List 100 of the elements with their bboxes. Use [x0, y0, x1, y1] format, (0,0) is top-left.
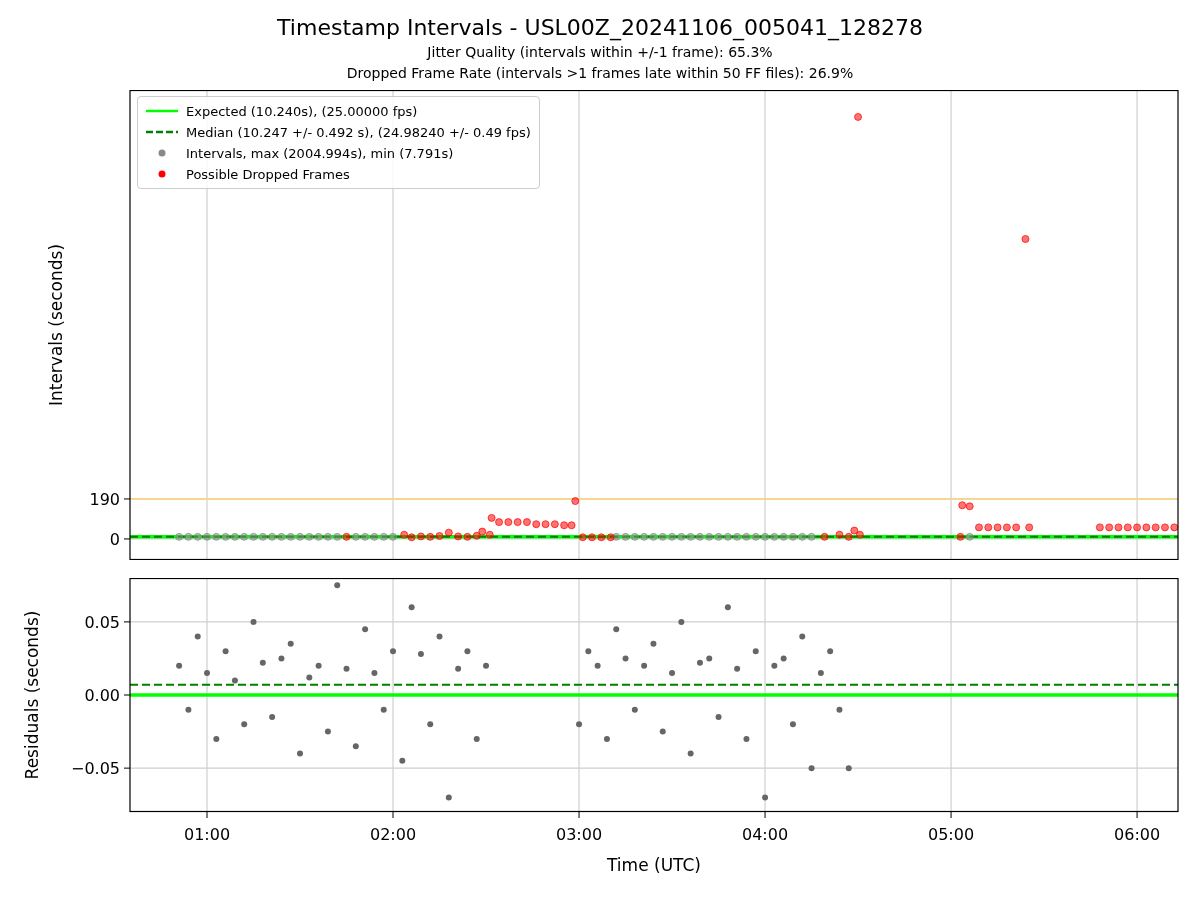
data-point: [723, 532, 732, 541]
data-point: [854, 112, 863, 121]
data-point: [351, 532, 360, 541]
data-point: [1012, 523, 1021, 532]
data-point: [399, 757, 406, 764]
data-point: [222, 648, 229, 655]
tick-label: 0.05: [84, 612, 120, 632]
data-point: [696, 659, 703, 666]
tick-label: 06:00: [1114, 825, 1161, 844]
data-point: [258, 532, 267, 541]
data-point: [668, 532, 677, 541]
tick-label: 190: [89, 489, 120, 509]
data-point: [204, 670, 210, 677]
data-point: [455, 665, 462, 672]
tick-label: 0: [109, 529, 120, 549]
data-point: [594, 662, 601, 669]
data-point: [630, 532, 639, 541]
data-point: [184, 532, 193, 541]
data-point: [343, 665, 350, 672]
data-point: [965, 502, 974, 511]
data-point: [1142, 523, 1151, 532]
data-point: [268, 532, 277, 541]
data-point: [444, 528, 453, 537]
chart-title: Timestamp Intervals - USL00Z_20241106_005041_128278: [277, 14, 923, 42]
data-point: [1025, 523, 1034, 532]
data-point: [836, 706, 843, 713]
data-point: [1151, 523, 1160, 532]
data-point: [724, 604, 731, 611]
data-point: [808, 765, 815, 772]
data-point: [956, 532, 965, 541]
data-point: [742, 532, 751, 541]
data-point: [622, 655, 629, 662]
tick-label: 03:00: [556, 825, 603, 844]
data-point: [463, 532, 472, 541]
data-point: [715, 713, 722, 720]
data-point: [807, 532, 816, 541]
data-point: [408, 604, 415, 611]
data-point: [371, 670, 378, 677]
data-point: [799, 633, 806, 640]
data-point: [278, 655, 285, 662]
data-point: [678, 618, 685, 625]
data-point: [677, 532, 686, 541]
data-point: [686, 532, 695, 541]
data-point: [820, 532, 829, 541]
data-point: [417, 651, 424, 658]
data-point: [780, 655, 787, 662]
data-point: [513, 518, 522, 527]
data-point: [370, 532, 379, 541]
data-point: [323, 532, 332, 541]
data-point: [965, 532, 974, 541]
data-point: [845, 765, 852, 772]
data-point: [752, 648, 759, 655]
data-point: [286, 532, 295, 541]
data-point: [445, 794, 452, 801]
data-point: [250, 618, 257, 625]
legend-label: Possible Dropped Frames: [186, 166, 350, 182]
data-point: [249, 532, 258, 541]
data-point: [193, 532, 202, 541]
data-point: [426, 532, 435, 541]
data-point: [464, 648, 471, 655]
data-point: [571, 497, 580, 506]
axis-label: Intervals (seconds): [46, 243, 66, 407]
data-point: [416, 532, 425, 541]
data-point: [714, 532, 723, 541]
data-point: [659, 728, 666, 735]
data-point: [585, 648, 592, 655]
legend-label: Expected (10.240s), (25.00000 fps): [186, 103, 418, 119]
data-point: [287, 640, 294, 647]
data-point: [612, 532, 621, 541]
data-point: [504, 518, 513, 527]
legend-dot-icon: [158, 149, 166, 157]
data-point: [650, 640, 657, 647]
data-point: [380, 706, 387, 713]
data-point: [958, 501, 967, 510]
data-point: [240, 532, 249, 541]
data-point: [621, 532, 630, 541]
data-point: [1002, 523, 1011, 532]
tick-label: 04:00: [742, 825, 789, 844]
data-point: [606, 533, 615, 542]
data-point: [436, 633, 443, 640]
data-point: [400, 530, 409, 539]
data-point: [473, 735, 480, 742]
data-point: [334, 582, 341, 589]
data-point: [1021, 235, 1030, 243]
data-point: [974, 523, 983, 532]
data-point: [541, 520, 550, 529]
data-point: [241, 721, 248, 728]
data-point: [578, 533, 587, 542]
data-point: [495, 518, 504, 527]
data-point: [734, 665, 741, 672]
data-point: [212, 532, 221, 541]
data-point: [762, 794, 769, 801]
tick-label: 02:00: [369, 825, 417, 844]
data-point: [315, 662, 322, 669]
data-point: [1105, 523, 1114, 532]
data-point: [522, 518, 531, 527]
data-point: [603, 735, 610, 742]
data-point: [277, 532, 286, 541]
data-point: [1095, 523, 1104, 532]
data-point: [789, 721, 796, 728]
